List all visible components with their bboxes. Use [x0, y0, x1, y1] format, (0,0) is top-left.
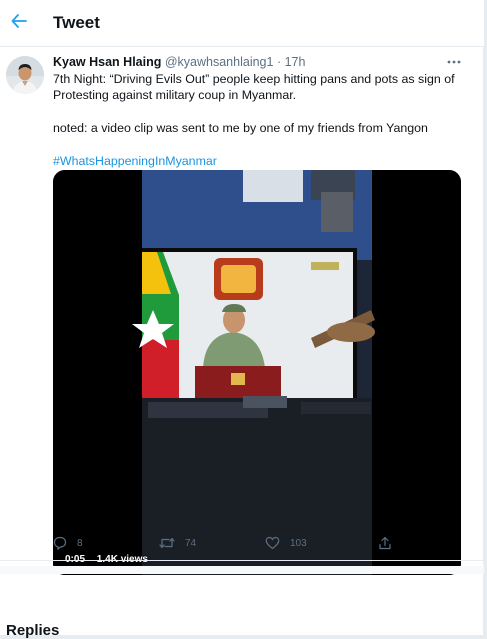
tweet-page: Tweet Kyaw Hsan Hlaing @kyawhsanhlaing1 … [0, 0, 484, 639]
retweet-count: 74 [185, 537, 197, 549]
tweet-time[interactable]: 17h [285, 55, 306, 69]
video-frame [53, 170, 461, 575]
section-separator [0, 566, 484, 574]
author-handle[interactable]: @kyawhsanhlaing1 [165, 55, 274, 69]
hashtag-link[interactable]: #WhatsHappeningInMyanmar [53, 153, 468, 169]
tweet-text-paragraph-2: noted: a video clip was sent to me by on… [53, 121, 428, 135]
reply-button[interactable]: 8 [53, 536, 83, 550]
tweet-text: 7th Night: “Driving Evils Out” people ke… [53, 71, 468, 169]
tweet-author-row: Kyaw Hsan Hlaing @kyawhsanhlaing1 · 17h [53, 55, 305, 69]
back-button[interactable] [6, 8, 32, 34]
more-options-button[interactable] [444, 54, 464, 70]
heart-icon [265, 536, 280, 550]
video-player[interactable]: 0:05 1.4K views [53, 170, 461, 575]
page-header: Tweet [0, 0, 484, 47]
retweet-button[interactable]: 74 [159, 536, 196, 550]
arrow-left-icon [11, 14, 27, 28]
author-name[interactable]: Kyaw Hsan Hlaing [53, 55, 161, 69]
separator-dot: · [276, 55, 282, 69]
avatar[interactable] [6, 56, 44, 94]
like-count: 103 [290, 537, 307, 549]
more-icon [447, 60, 461, 64]
tweet-actions: 8 74 103 [53, 536, 473, 554]
like-button[interactable]: 103 [265, 536, 307, 550]
share-icon [379, 536, 391, 550]
share-button[interactable] [378, 536, 402, 550]
retweet-icon [159, 537, 175, 549]
reply-count: 8 [77, 537, 83, 549]
reply-icon [53, 536, 67, 550]
tweet-text-paragraph-1: 7th Night: “Driving Evils Out” people ke… [53, 72, 455, 102]
replies-heading: Replies [6, 622, 60, 639]
page-title: Tweet [53, 13, 100, 32]
divider [0, 560, 484, 561]
